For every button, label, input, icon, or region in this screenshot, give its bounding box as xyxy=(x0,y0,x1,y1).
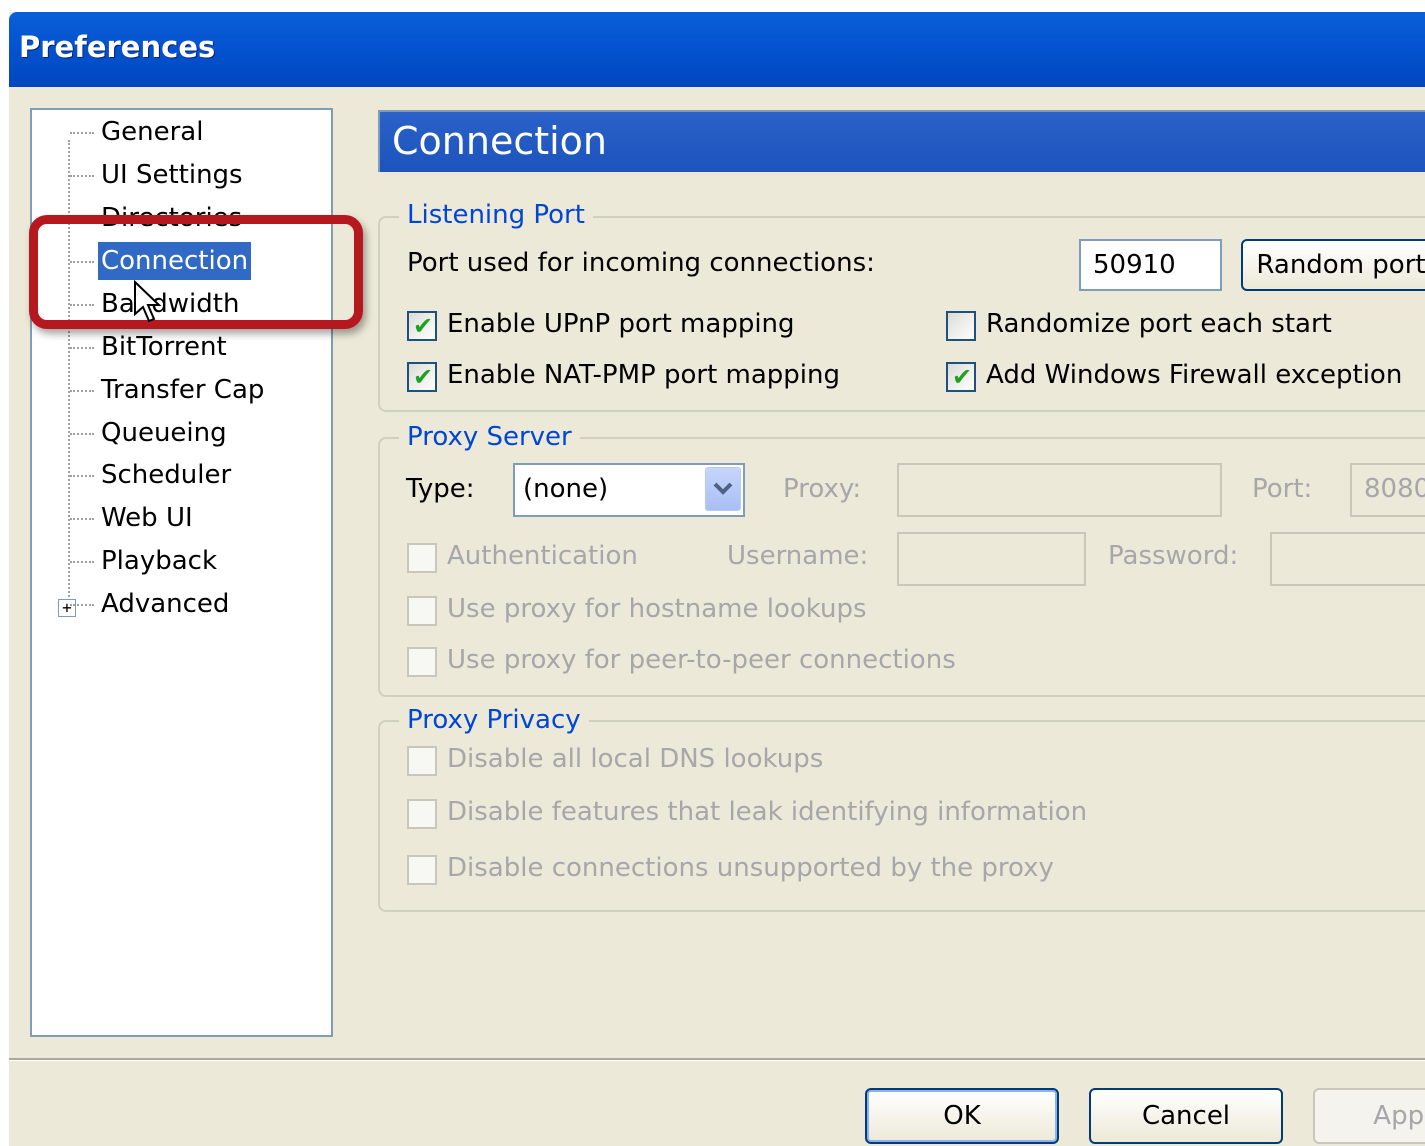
tree-item-advanced[interactable]: Advanced xyxy=(69,585,232,623)
hostname-lookups-label: Use proxy for hostname lookups xyxy=(447,594,867,624)
checkmark-icon: ✔ xyxy=(413,363,434,391)
proxy-type-select[interactable]: (none) xyxy=(513,463,745,517)
username-input[interactable] xyxy=(897,532,1086,586)
disable-leak-label: Disable features that leak identifying i… xyxy=(447,797,1088,827)
checkmark-icon: ✔ xyxy=(413,312,434,340)
mouse-cursor-icon xyxy=(134,280,162,323)
cancel-button[interactable]: Cancel xyxy=(1089,1088,1283,1144)
tree-item-ui-settings[interactable]: UI Settings xyxy=(70,156,246,194)
title-bar[interactable]: Preferences xyxy=(9,12,1425,87)
footer-separator xyxy=(9,1058,1425,1061)
disable-dns-checkbox[interactable] xyxy=(407,746,437,776)
random-port-button[interactable]: Random port xyxy=(1241,239,1425,291)
password-input[interactable] xyxy=(1270,532,1425,586)
disable-leak-checkbox[interactable] xyxy=(407,799,437,829)
preferences-window: Preferences General UI Settings Director… xyxy=(9,12,1425,1146)
tree-item-bittorrent[interactable]: BitTorrent xyxy=(70,328,230,366)
authentication-label: Authentication xyxy=(447,541,638,571)
tree-item-connection[interactable]: Connection xyxy=(69,242,252,280)
ok-button[interactable]: OK xyxy=(865,1088,1059,1144)
p2p-proxy-label: Use proxy for peer-to-peer connections xyxy=(447,645,956,675)
preferences-tree[interactable]: General UI Settings Directories Connecti… xyxy=(30,108,333,1037)
panel-header: Connection xyxy=(378,110,1425,172)
tree-connector-line xyxy=(68,140,70,605)
authentication-checkbox[interactable] xyxy=(407,543,437,573)
listening-port-label: Listening Port xyxy=(399,200,593,230)
type-label: Type: xyxy=(406,474,475,504)
p2p-proxy-checkbox[interactable] xyxy=(407,647,437,677)
expand-plus-icon[interactable]: + xyxy=(58,599,76,617)
panel-title: Connection xyxy=(392,119,608,163)
natpmp-label: Enable NAT-PMP port mapping xyxy=(447,360,841,390)
disable-unsupported-label: Disable connections unsupported by the p… xyxy=(447,853,1054,883)
proxy-port-label: Port: xyxy=(1252,474,1313,504)
proxy-port-input[interactable]: 8080 xyxy=(1350,463,1425,517)
tree-item-general[interactable]: General xyxy=(69,113,206,151)
disable-dns-label: Disable all local DNS lookups xyxy=(447,744,824,774)
tree-item-queueing[interactable]: Queueing xyxy=(70,414,230,452)
tree-item-playback[interactable]: Playback xyxy=(69,542,220,580)
apply-button[interactable]: Apply xyxy=(1313,1088,1425,1144)
firewall-label: Add Windows Firewall exception xyxy=(986,360,1403,390)
tree-item-bandwidth[interactable]: Bandwidth xyxy=(69,285,242,323)
checkmark-icon: ✔ xyxy=(952,363,973,391)
chevron-down-icon[interactable] xyxy=(705,467,741,511)
tree-item-transfer-cap[interactable]: Transfer Cap xyxy=(69,371,267,409)
window-title: Preferences xyxy=(19,30,216,64)
proxy-type-value: (none) xyxy=(523,474,609,504)
port-input[interactable]: 50910 xyxy=(1079,239,1222,291)
upnp-label: Enable UPnP port mapping xyxy=(447,309,795,339)
proxy-label: Proxy: xyxy=(783,474,862,504)
tree-item-web-ui[interactable]: Web UI xyxy=(70,499,196,537)
natpmp-checkbox[interactable]: ✔ xyxy=(407,362,437,392)
proxy-privacy-label: Proxy Privacy xyxy=(399,705,589,735)
password-label: Password: xyxy=(1108,541,1239,571)
randomize-port-checkbox[interactable] xyxy=(946,311,976,341)
username-label: Username: xyxy=(727,541,869,571)
tree-item-scheduler[interactable]: Scheduler xyxy=(69,456,234,494)
proxy-server-label: Proxy Server xyxy=(399,422,580,452)
firewall-checkbox[interactable]: ✔ xyxy=(946,362,976,392)
hostname-lookups-checkbox[interactable] xyxy=(407,596,437,626)
disable-unsupported-checkbox[interactable] xyxy=(407,855,437,885)
port-label: Port used for incoming connections: xyxy=(407,248,875,278)
proxy-input[interactable] xyxy=(897,463,1222,517)
randomize-port-label: Randomize port each start xyxy=(986,309,1332,339)
tree-item-directories[interactable]: Directories xyxy=(69,199,245,237)
upnp-checkbox[interactable]: ✔ xyxy=(407,311,437,341)
